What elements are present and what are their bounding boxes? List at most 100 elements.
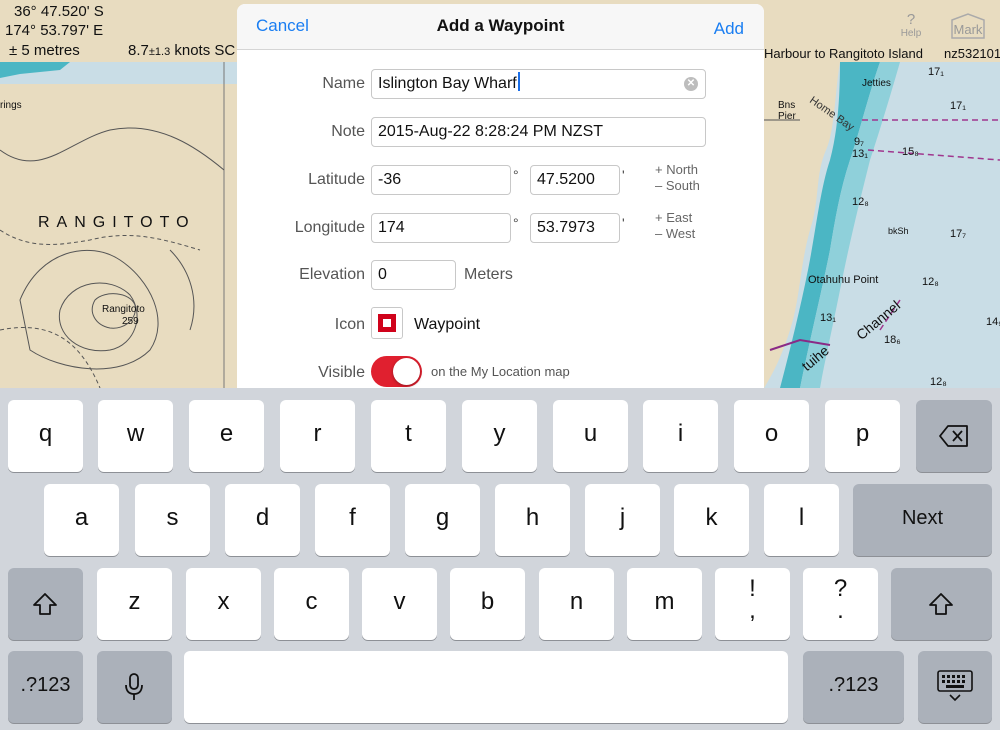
backspace-icon [939,425,968,447]
next-key[interactable]: Next [853,484,992,556]
map-label-island: RANGITOTO [38,214,196,231]
key-u[interactable]: u [553,400,628,472]
minute-symbol: ' [622,215,625,231]
waypoint-icon [378,314,396,332]
depth-label: 13₁ [852,148,868,160]
icon-label: Icon [334,316,365,333]
key-n[interactable]: n [539,568,614,640]
map-label-bksh: bkSh [888,226,909,236]
note-label: Note [331,123,365,140]
map-label-bns-pier: Bns Pier [778,100,796,122]
space-key[interactable] [184,651,788,723]
degree-symbol: ° [513,215,519,231]
key-b[interactable]: b [450,568,525,640]
map-label-peak-height: 259 [122,316,139,327]
depth-label: 12₈ [922,276,939,288]
depth-label: 14₉ [986,316,1000,328]
depth-label: 17₁ [928,66,944,78]
map-label-peak: Rangitoto [102,304,145,315]
numbers-key-right[interactable]: .?123 [803,651,904,723]
depth-label: 13₁ [820,312,836,324]
longitude-hint: + East – West [655,210,696,241]
microphone-icon [125,673,143,700]
gps-accuracy: ± 5 metres [9,42,80,59]
gps-latitude: 36° 47.520' S [14,3,104,20]
elevation-unit: Meters [464,266,513,283]
gps-speed: 8.7±1.3 knots SC [128,42,236,59]
dictation-key[interactable] [97,651,172,723]
add-waypoint-dialog: Cancel Add a Waypoint Add Name Islington… [237,4,764,388]
key-y[interactable]: y [462,400,537,472]
help-button[interactable]: ? Help [896,12,926,40]
shift-icon [33,593,57,615]
dialog-header: Cancel Add a Waypoint Add [237,4,764,50]
hide-keyboard-icon [937,670,973,702]
visible-hint: on the My Location map [431,364,570,379]
depth-label: 9₇ [854,136,864,148]
text-caret [517,72,520,91]
shift-key-right[interactable] [891,568,992,640]
map-label-otahuhu-point: Otahuhu Point [808,274,879,286]
longitude-degrees-field[interactable]: 174 [371,213,511,243]
visible-toggle[interactable] [371,356,422,387]
shift-key[interactable] [8,568,83,640]
key-h[interactable]: h [495,484,570,556]
latitude-minutes-field[interactable]: 47.5200 [530,165,620,195]
latitude-hint: + North – South [655,162,700,193]
key-f[interactable]: f [315,484,390,556]
key-exclamation-comma[interactable]: ! , [715,568,790,640]
key-k[interactable]: k [674,484,749,556]
key-c[interactable]: c [274,568,349,640]
name-field[interactable]: Islington Bay Wharf ✕ [371,69,706,99]
onscreen-keyboard: q w e r t y u i o p a s d f g h j k l Ne… [0,388,1000,730]
key-w[interactable]: w [98,400,173,472]
key-p[interactable]: p [825,400,900,472]
key-o[interactable]: o [734,400,809,472]
note-field[interactable]: 2015-Aug-22 8:28:24 PM NZST [371,117,706,147]
key-question-period[interactable]: ? . [803,568,878,640]
elevation-label: Elevation [299,266,365,283]
key-m[interactable]: m [627,568,702,640]
key-x[interactable]: x [186,568,261,640]
map-label-springs: rings [0,100,22,111]
key-j[interactable]: j [585,484,660,556]
key-l[interactable]: l [764,484,839,556]
waypoint-icon-picker[interactable] [371,307,403,339]
clear-icon[interactable]: ✕ [684,77,698,91]
hide-keyboard-key[interactable] [918,651,992,723]
depth-label: 18₆ [884,334,901,346]
latitude-degrees-field[interactable]: -36 [371,165,511,195]
mark-button[interactable]: Mark [948,12,988,40]
name-label: Name [322,75,365,92]
key-d[interactable]: d [225,484,300,556]
degree-symbol: ° [513,167,519,183]
visible-label: Visible [318,364,365,381]
numbers-key[interactable]: .?123 [8,651,83,723]
key-g[interactable]: g [405,484,480,556]
shift-icon [929,593,953,615]
minute-symbol: ' [622,167,625,183]
depth-label: 12₈ [852,196,869,208]
depth-label: 17₁ [950,100,966,112]
key-r[interactable]: r [280,400,355,472]
key-v[interactable]: v [362,568,437,640]
elevation-field[interactable]: 0 [371,260,456,290]
key-z[interactable]: z [97,568,172,640]
longitude-minutes-field[interactable]: 53.7973 [530,213,620,243]
depth-label: 17₇ [950,228,967,240]
help-icon: ? [906,11,916,28]
dialog-title: Add a Waypoint [436,16,565,35]
chart-title: Harbour to Rangitoto Island [764,46,923,61]
add-button[interactable]: Add [714,19,744,39]
key-i[interactable]: i [643,400,718,472]
key-s[interactable]: s [135,484,210,556]
chart-id: nz532101 [944,46,1000,61]
key-t[interactable]: t [371,400,446,472]
key-q[interactable]: q [8,400,83,472]
backspace-key[interactable] [916,400,992,472]
latitude-label: Latitude [308,171,365,188]
gps-longitude: 174° 53.797' E [5,22,104,39]
icon-name: Waypoint [414,316,481,333]
key-e[interactable]: e [189,400,264,472]
key-a[interactable]: a [44,484,119,556]
